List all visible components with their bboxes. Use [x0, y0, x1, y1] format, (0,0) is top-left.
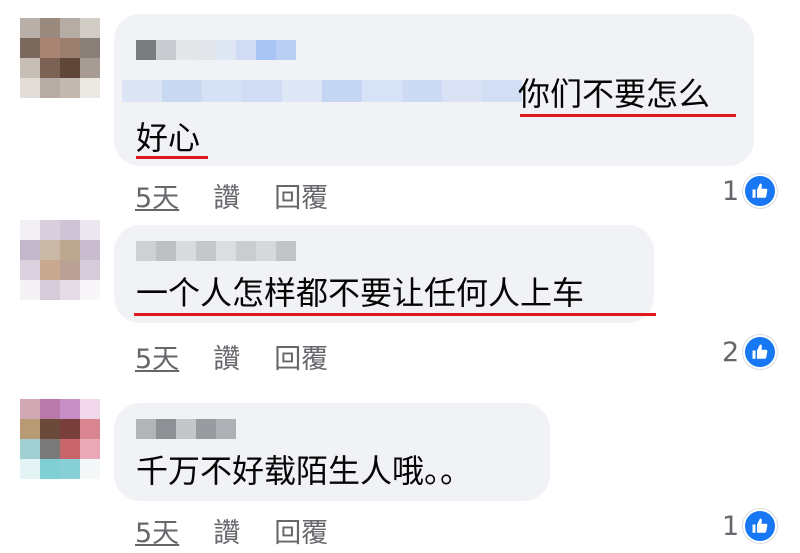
timestamp-link[interactable]: 5天 — [135, 511, 179, 550]
author-name[interactable] — [136, 419, 236, 439]
reply-button[interactable]: 回覆 — [274, 337, 328, 376]
comment-text-line2: 好心 — [136, 119, 201, 157]
comment-bubble: 你们不要怎么 好心 — [114, 14, 754, 166]
reaction-count: 2 — [722, 336, 740, 368]
blurred-text — [122, 80, 522, 102]
reaction-summary[interactable]: 1 — [722, 174, 778, 208]
thumbs-up-icon — [743, 174, 778, 208]
author-name[interactable] — [136, 40, 296, 60]
comment-bubble: 一个人怎样都不要让任何人上车 — [114, 225, 656, 323]
highlight-underline — [134, 313, 656, 316]
highlight-underline — [136, 156, 208, 159]
thumbs-up-icon — [743, 335, 778, 369]
timestamp-link[interactable]: 5天 — [135, 337, 179, 376]
author-name[interactable] — [136, 241, 296, 261]
timestamp-link[interactable]: 5天 — [135, 176, 179, 215]
like-button[interactable]: 讚 — [213, 176, 240, 215]
comment-text: 千万不好载陌生人哦。。 — [136, 452, 473, 490]
reaction-summary[interactable]: 1 — [722, 509, 778, 543]
comment-bubble: 千万不好载陌生人哦。。 — [114, 403, 550, 501]
comment-text: 一个人怎样都不要让任何人上车 — [136, 274, 585, 312]
like-button[interactable]: 讚 — [213, 337, 240, 376]
reaction-count: 1 — [722, 175, 740, 207]
avatar[interactable] — [20, 18, 100, 98]
comment-1: 你们不要怎么 好心 5天 讚 回覆 1 — [0, 0, 800, 215]
comment-actions: 5天 讚 回覆 — [135, 511, 362, 550]
thumbs-up-icon — [743, 509, 778, 543]
highlight-underline — [520, 114, 736, 117]
comment-text-line1: 你们不要怎么 — [518, 75, 711, 113]
comment-actions: 5天 讚 回覆 — [135, 176, 362, 215]
avatar[interactable] — [20, 399, 100, 479]
reaction-summary[interactable]: 2 — [722, 335, 778, 369]
avatar[interactable] — [20, 220, 100, 300]
reply-button[interactable]: 回覆 — [274, 511, 328, 550]
reply-button[interactable]: 回覆 — [274, 176, 328, 215]
reaction-count: 1 — [722, 510, 740, 542]
comment-actions: 5天 讚 回覆 — [135, 337, 362, 376]
comment-3: 千万不好载陌生人哦。。 5天 讚 回覆 1 — [0, 385, 800, 553]
like-button[interactable]: 讚 — [213, 511, 240, 550]
comment-2: 一个人怎样都不要让任何人上车 5天 讚 回覆 2 — [0, 215, 800, 385]
